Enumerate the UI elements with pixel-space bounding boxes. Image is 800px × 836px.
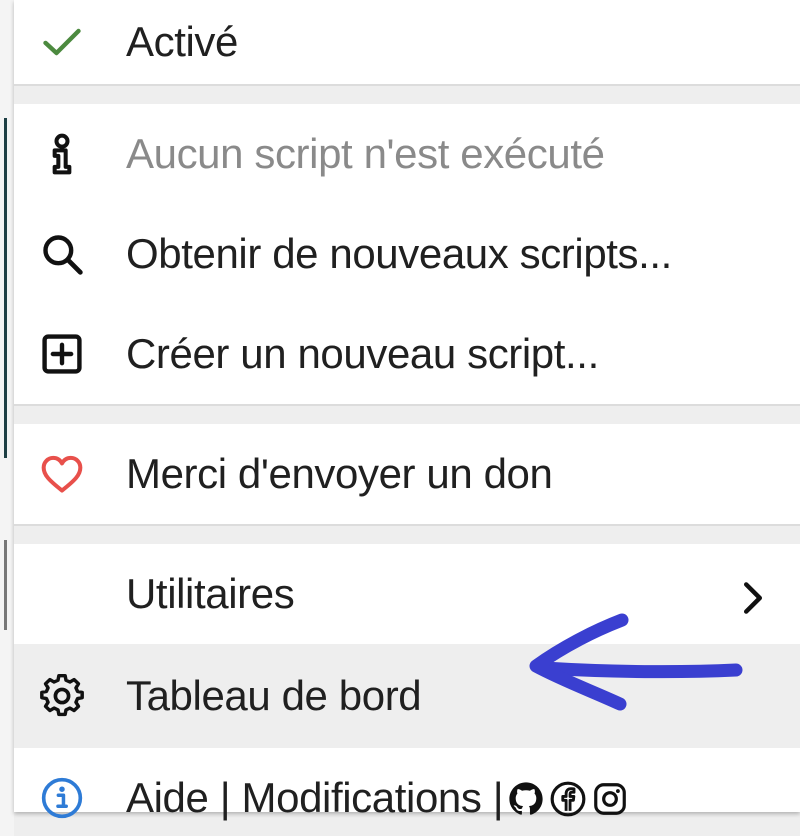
check-icon — [40, 20, 84, 64]
menu-divider — [14, 84, 800, 104]
menu-item-label: Tableau de bord — [126, 672, 422, 719]
background-window-edge — [0, 0, 14, 836]
background-edge-bar — [4, 540, 7, 630]
background-edge-bar — [4, 118, 7, 458]
plus-square-icon — [40, 332, 84, 376]
menu-item-label: Utilitaires — [126, 570, 295, 617]
github-icon[interactable] — [507, 780, 545, 818]
search-icon — [40, 232, 84, 276]
menu-item-no-script: Aucun script n'est exécuté — [14, 104, 800, 204]
info-outline-icon — [40, 132, 84, 176]
menu-item-label: Activé — [126, 18, 238, 65]
help-link[interactable]: Aide — [126, 774, 209, 821]
menu-item-label: Créer un nouveau script... — [126, 330, 599, 377]
extension-popup-menu: Activé Aucun script n'est exécuté Obteni… — [14, 0, 800, 821]
menu-item-create-new-script[interactable]: Créer un nouveau script... — [14, 304, 800, 404]
menu-item-donate[interactable]: Merci d'envoyer un don — [14, 424, 800, 524]
menu-item-label: Merci d'envoyer un don — [126, 450, 553, 497]
menu-item-utilities[interactable]: Utilitaires — [14, 544, 800, 644]
menu-divider — [14, 524, 800, 544]
menu-divider — [14, 404, 800, 424]
help-links-row: Aide | Modifications | — [126, 774, 629, 822]
menu-item-dashboard[interactable]: Tableau de bord — [14, 644, 800, 748]
instagram-icon[interactable] — [591, 780, 629, 818]
link-separator: | — [492, 774, 504, 821]
chevron-right-icon — [742, 577, 764, 614]
gear-icon — [40, 674, 84, 718]
menu-item-enabled[interactable]: Activé — [14, 0, 800, 84]
screenshot-root: Activé Aucun script n'est exécuté Obteni… — [0, 0, 800, 836]
menu-item-help: Aide | Modifications | — [14, 748, 800, 836]
link-separator: | — [219, 774, 231, 821]
info-circle-icon[interactable] — [40, 776, 84, 820]
heart-icon — [40, 452, 84, 496]
menu-item-label: Aucun script n'est exécuté — [126, 130, 605, 177]
menu-item-label: Obtenir de nouveaux scripts... — [126, 230, 672, 277]
changes-link[interactable]: Modifications — [242, 774, 482, 821]
facebook-icon[interactable] — [549, 780, 587, 818]
menu-item-get-new-scripts[interactable]: Obtenir de nouveaux scripts... — [14, 204, 800, 304]
